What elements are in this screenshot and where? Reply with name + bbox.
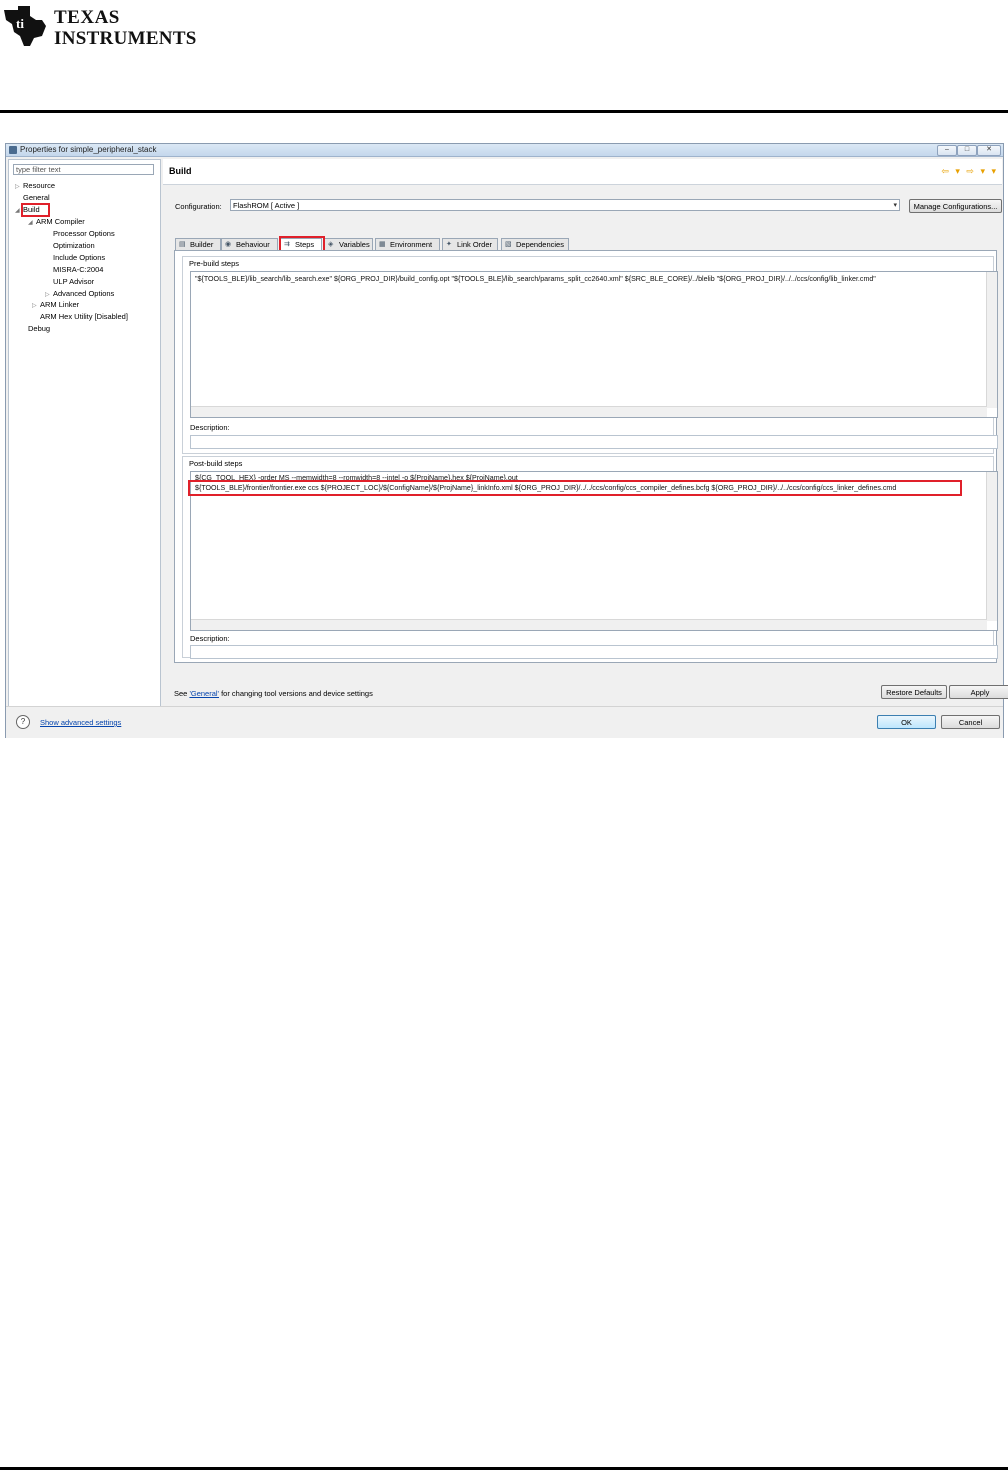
steps-tab-content: Pre-build steps "${TOOLS_BLE}/lib_search… [174,250,998,663]
prebuild-vertical-scrollbar[interactable] [986,272,997,408]
highlight-box-postbuild [188,480,962,496]
restore-defaults-button[interactable]: Restore Defaults [881,685,947,699]
tab-link-order[interactable]: ✦ Link Order [442,238,498,250]
postbuild-description-label: Description: [190,634,230,643]
variables-icon: ◈ [328,241,334,248]
top-divider [0,110,1008,113]
dialog-button-bar: ? Show advanced settings OK Cancel [6,706,1003,738]
close-button[interactable]: ✕ [977,145,1001,156]
collapse-icon[interactable]: ◢ [28,218,36,228]
tree-item-general[interactable]: General [23,193,50,203]
tree-item-arm-compiler[interactable]: ◢ ARM Compiler [28,217,85,228]
see-suffix: for changing tool versions and device se… [218,689,373,698]
filter-input[interactable]: type filter text [13,164,154,175]
apply-button[interactable]: Apply [949,685,1008,699]
tree-item-ulp-advisor[interactable]: ULP Advisor [53,277,94,287]
minimize-button[interactable]: – [937,145,957,156]
show-advanced-settings-link[interactable]: Show advanced settings [40,718,121,727]
prebuild-label: Pre-build steps [189,259,240,268]
environment-icon: ▦ [379,241,386,248]
ti-state-icon: ti [4,6,46,46]
title-bar[interactable]: Properties for simple_peripheral_stack –… [6,144,1003,157]
postbuild-vertical-scrollbar[interactable] [986,472,997,621]
tree-item-label: MISRA-C:2004 [53,265,104,274]
prebuild-group: Pre-build steps "${TOOLS_BLE}/lib_search… [182,256,998,454]
maximize-button[interactable]: □ [957,145,977,156]
postbuild-group: Post-build steps ${CG_TOOL_HEX} -order M… [182,456,998,659]
prebuild-command-text: "${TOOLS_BLE}/lib_search/lib_search.exe"… [195,275,876,283]
tree-item-arm-linker[interactable]: ▷ ARM Linker [32,300,79,311]
tab-builder[interactable]: ▤ Builder [175,238,221,250]
tree-item-label: Optimization [53,241,95,250]
help-icon[interactable]: ? [16,715,30,729]
window-title: Properties for simple_peripheral_stack [20,145,157,154]
tree-item-label: Resource [23,181,56,190]
tree-item-include-options[interactable]: Include Options [53,253,105,263]
tree-item-advanced-options[interactable]: ▷ Advanced Options [45,289,114,300]
configuration-label: Configuration: [175,202,222,211]
tab-label: Variables [339,240,370,249]
tab-behaviour[interactable]: ◉ Behaviour [221,238,278,250]
configuration-value: FlashROM [ Active ] [233,201,300,210]
tab-label: Link Order [457,240,493,249]
configuration-select[interactable]: FlashROM [ Active ] ▾ [230,199,900,211]
general-link[interactable]: 'General' [189,689,219,698]
tree-item-label: ARM Hex Utility [Disabled] [40,312,128,321]
history-nav-icons[interactable]: ⇦ ▾ ⇨ ▾ ▾ [941,166,998,177]
see-prefix: See [174,689,190,698]
tree-item-label: Include Options [53,253,106,262]
tree-item-optimization[interactable]: Optimization [53,241,95,251]
tree-item-label: Debug [28,324,51,333]
expand-icon[interactable]: ▷ [32,301,40,311]
tree-item-label: General [23,193,50,202]
app-icon [9,146,17,154]
prebuild-description-field[interactable] [190,435,998,449]
tree-item-label: ULP Advisor [53,277,95,286]
prebuild-horizontal-scrollbar[interactable] [191,406,987,417]
link-order-icon: ✦ [446,241,452,248]
postbuild-label: Post-build steps [189,459,243,468]
tree-item-label: Advanced Options [53,289,115,298]
ok-button[interactable]: OK [877,715,936,729]
tree-item-misra[interactable]: MISRA-C:2004 [53,265,103,275]
highlight-box-build [21,203,50,217]
tab-label: Environment [390,240,433,249]
tree-item-label: ARM Linker [40,300,80,309]
settings-tree-panel: type filter text ▷ Resource General ◢ Buil… [8,159,161,707]
tab-environment[interactable]: ▦ Environment [375,238,440,250]
tab-dependencies[interactable]: ▧ Dependencies [501,238,569,250]
chevron-down-icon: ▾ [893,202,897,209]
build-settings-panel: Build ⇦ ▾ ⇨ ▾ ▾ Configuration: FlashROM … [163,159,1008,705]
properties-dialog: Properties for simple_peripheral_stack –… [5,143,1008,738]
prebuild-description-label: Description: [190,423,230,432]
expand-icon[interactable]: ▷ [15,182,23,192]
tree-item-resource[interactable]: ▷ Resource [15,181,55,192]
manage-configurations-button[interactable]: Manage Configurations... [909,199,1002,213]
prebuild-command-field[interactable]: "${TOOLS_BLE}/lib_search/lib_search.exe"… [190,271,998,418]
ti-logo: ti TEXAS INSTRUMENTS [2,4,196,48]
page-header: Build ⇦ ▾ ⇨ ▾ ▾ [163,159,1002,185]
page-title: Build [169,166,192,176]
tree-item-arm-hex-utility[interactable]: ARM Hex Utility [Disabled] [40,312,128,322]
tree-item-label: ARM Compiler [36,217,85,226]
builder-icon: ▤ [179,241,186,248]
tab-variables[interactable]: ◈ Variables [324,238,373,250]
tab-label: Dependencies [516,240,564,249]
tree-item-debug[interactable]: Debug [28,324,50,334]
logo-line2: INSTRUMENTS [54,28,197,49]
postbuild-horizontal-scrollbar[interactable] [191,619,987,630]
logo-line1: TEXAS [54,7,120,28]
tree-item-label: Processor Options [53,229,115,238]
svg-text:ti: ti [16,16,24,31]
expand-icon[interactable]: ▷ [45,290,53,300]
behaviour-icon: ◉ [225,241,232,248]
see-general-note: See 'General' for changing tool versions… [174,689,373,698]
tab-label: Builder [190,240,214,249]
cancel-button[interactable]: Cancel [941,715,1000,729]
tab-label: Behaviour [236,240,270,249]
bottom-divider [0,1467,1008,1470]
postbuild-description-field[interactable] [190,645,998,659]
tree-item-processor-options[interactable]: Processor Options [53,229,115,239]
dependencies-icon: ▧ [505,241,512,248]
